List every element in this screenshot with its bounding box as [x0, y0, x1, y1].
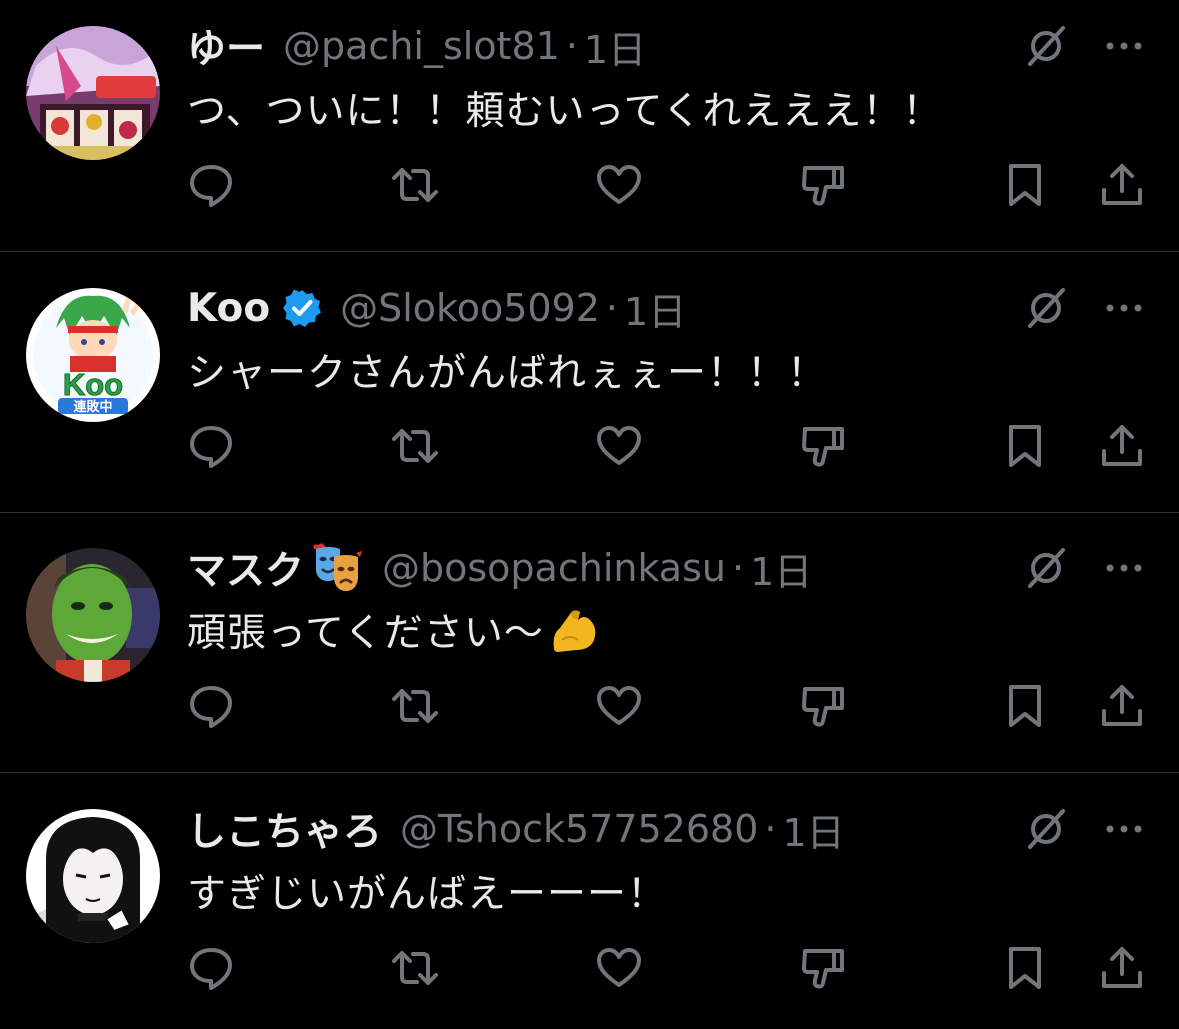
reply-text: すぎじいがんばえーーー！ [187, 872, 668, 917]
avatar[interactable] [26, 26, 160, 160]
avatar[interactable] [26, 809, 160, 943]
dislike-icon[interactable] [797, 680, 849, 732]
display-name[interactable]: マスク [187, 540, 304, 596]
share-icon[interactable] [1096, 942, 1148, 994]
separator-dot: · [565, 24, 578, 68]
more-icon[interactable] [1100, 22, 1148, 70]
like-icon[interactable] [593, 942, 645, 994]
like-icon[interactable] [593, 159, 645, 211]
dislike-icon[interactable] [797, 159, 849, 211]
dislike-icon[interactable] [797, 942, 849, 994]
verified-badge-icon [282, 288, 322, 328]
bookmark-icon[interactable] [999, 159, 1051, 211]
timestamp[interactable]: 1日 [782, 802, 844, 857]
timestamp[interactable]: 1日 [584, 19, 646, 74]
reply-text: つ、ついに！！頼むいってくれえええ！！ [187, 89, 943, 134]
share-icon[interactable] [1096, 420, 1148, 472]
separator-dot: · [764, 807, 777, 851]
bookmark-icon[interactable] [999, 680, 1051, 732]
reply-icon[interactable] [185, 159, 237, 211]
grok-icon[interactable] [1022, 805, 1070, 853]
more-icon[interactable] [1100, 544, 1148, 592]
user-handle[interactable]: @bosopachinkasu [382, 546, 726, 590]
display-name[interactable]: Koo [187, 286, 270, 331]
grok-icon[interactable] [1022, 22, 1070, 70]
like-icon[interactable] [593, 420, 645, 472]
user-handle[interactable]: @Slokoo5092 [340, 286, 600, 330]
reply-icon[interactable] [185, 680, 237, 732]
reply-feed: ゆー @pachi_slot81 · 1日 つ、ついに！！頼むいってくれえええ！… [0, 0, 1179, 1029]
reply-header: Koo @Slokoo5092 · 1日 [187, 280, 686, 336]
timestamp[interactable]: 1日 [624, 281, 686, 336]
retweet-icon[interactable] [389, 680, 441, 732]
user-handle[interactable]: @pachi_slot81 [283, 24, 560, 68]
timestamp[interactable]: 1日 [750, 541, 812, 596]
display-name[interactable]: ゆー [187, 18, 265, 74]
action-bar [0, 159, 1179, 211]
reply-header: しこちゃろ @Tshock57752680 · 1日 [187, 801, 845, 857]
reply-header: マスク @bosopachinkasu · 1日 [187, 540, 812, 596]
share-icon[interactable] [1096, 159, 1148, 211]
reply-item[interactable]: マスク @bosopachinkasu · 1日 頑張ってください〜 [0, 513, 1179, 772]
action-bar [0, 680, 1179, 732]
grok-icon[interactable] [1022, 284, 1070, 332]
like-icon[interactable] [593, 680, 645, 732]
avatar[interactable] [26, 548, 160, 682]
performing-arts-emoji [310, 541, 364, 595]
action-bar [0, 420, 1179, 472]
bookmark-icon[interactable] [999, 942, 1051, 994]
share-icon[interactable] [1096, 680, 1148, 732]
reply-text-row: 頑張ってください〜 [187, 602, 600, 658]
reply-item[interactable]: Koo 連敗中 Koo @Slokoo5092 · 1日 シャークさんがんばれぇ… [0, 252, 1179, 512]
more-icon[interactable] [1100, 284, 1148, 332]
bookmark-icon[interactable] [999, 420, 1051, 472]
avatar[interactable]: Koo 連敗中 [26, 288, 160, 422]
avatar-logo-text: Koo [63, 367, 123, 402]
reply-icon[interactable] [185, 420, 237, 472]
reply-item[interactable]: しこちゃろ @Tshock57752680 · 1日 すぎじいがんばえーーー！ [0, 773, 1179, 1029]
reply-item[interactable]: ゆー @pachi_slot81 · 1日 つ、ついに！！頼むいってくれえええ！… [0, 0, 1179, 251]
user-handle[interactable]: @Tshock57752680 [400, 807, 758, 851]
retweet-icon[interactable] [389, 420, 441, 472]
reply-icon[interactable] [185, 942, 237, 994]
more-icon[interactable] [1100, 805, 1148, 853]
dislike-icon[interactable] [797, 420, 849, 472]
separator-dot: · [605, 286, 619, 330]
action-bar [0, 942, 1179, 994]
display-name[interactable]: しこちゃろ [187, 801, 382, 857]
separator-dot: · [731, 546, 745, 590]
flexed-biceps-emoji [548, 604, 600, 656]
reply-text: 頑張ってください〜 [187, 611, 544, 656]
avatar-logo-subtext: 連敗中 [73, 399, 112, 415]
retweet-icon[interactable] [389, 942, 441, 994]
retweet-icon[interactable] [389, 159, 441, 211]
grok-icon[interactable] [1022, 544, 1070, 592]
reply-text: シャークさんがんばれぇぇー！！！ [187, 351, 828, 396]
reply-header: ゆー @pachi_slot81 · 1日 [187, 18, 646, 74]
